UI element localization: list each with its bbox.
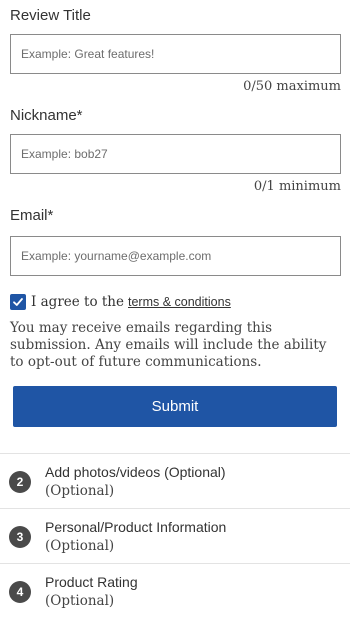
agree-text: I agree to the <box>31 294 124 310</box>
email-input[interactable] <box>10 236 341 276</box>
step-subtitle: (Optional) <box>45 483 115 499</box>
nickname-label: Nickname* <box>10 107 83 124</box>
step-number-badge: 4 <box>9 581 31 603</box>
step-title: Add photos/videos (Optional) <box>45 464 226 480</box>
checkmark-icon <box>13 298 23 306</box>
review-title-label: Review Title <box>10 7 91 24</box>
form-steps: 2 Add photos/videos (Optional) (Optional… <box>0 453 350 618</box>
terms-checkbox[interactable] <box>10 294 26 310</box>
nickname-counter: 0/1 minimum <box>253 179 341 194</box>
nickname-section: Nickname* 0/1 minimum <box>10 106 341 196</box>
review-form: Review Title 0/50 maximum Nickname* 0/1 … <box>0 0 350 427</box>
step-number-badge: 3 <box>9 526 31 548</box>
nickname-input[interactable] <box>10 134 341 174</box>
email-label: Email* <box>10 207 54 224</box>
submit-button[interactable]: Submit <box>13 386 337 427</box>
email-section: Email* <box>10 206 341 276</box>
review-title-section: Review Title 0/50 maximum <box>10 0 341 96</box>
terms-agreement: I agree to the terms & conditions <box>10 292 341 312</box>
step-product-rating[interactable]: 4 Product Rating (Optional) <box>0 563 350 618</box>
step-title: Personal/Product Information <box>45 519 227 535</box>
terms-link[interactable]: terms & conditions <box>128 295 231 309</box>
step-number-badge: 2 <box>9 471 31 493</box>
step-subtitle: (Optional) <box>45 593 115 609</box>
review-title-input[interactable] <box>10 34 341 74</box>
review-title-counter: 0/50 maximum <box>243 79 341 94</box>
step-title: Product Rating <box>45 574 138 590</box>
step-personal-info[interactable]: 3 Personal/Product Information (Optional… <box>0 508 350 563</box>
step-subtitle: (Optional) <box>45 538 115 554</box>
disclaimer-text: You may receive emails regarding this su… <box>10 320 327 370</box>
step-add-photos[interactable]: 2 Add photos/videos (Optional) (Optional… <box>0 453 350 508</box>
